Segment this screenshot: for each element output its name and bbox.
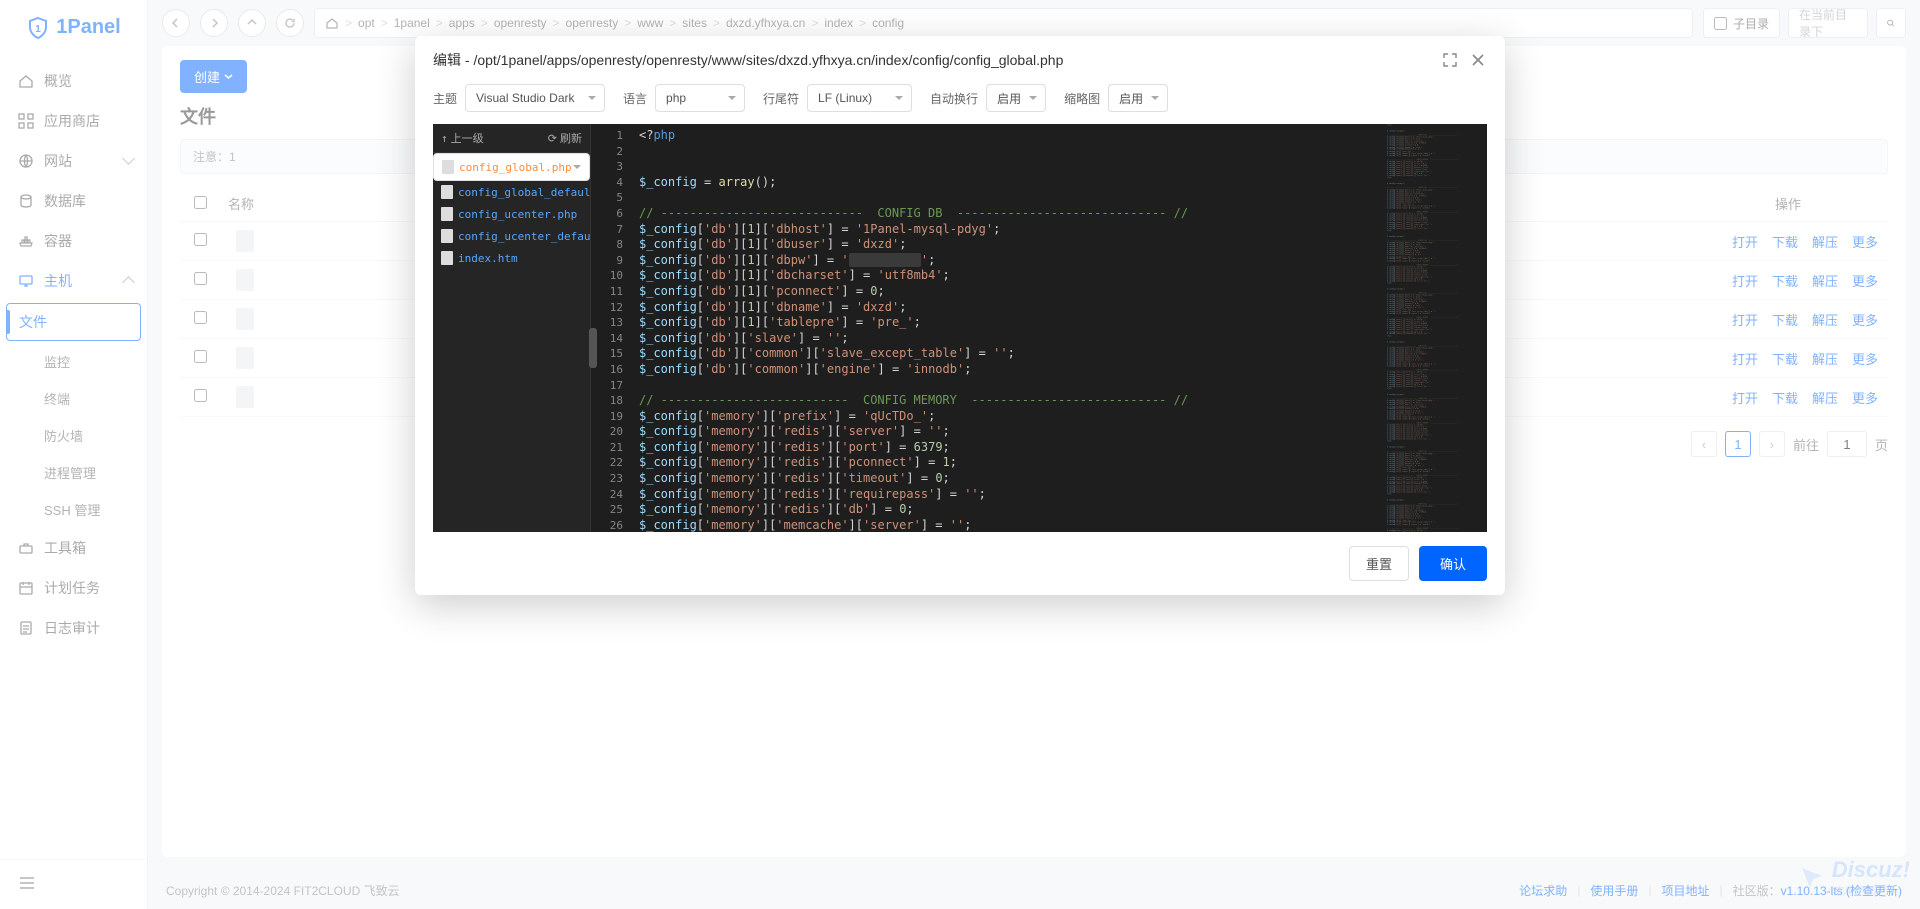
tree-file-item[interactable]: config_global.php — [433, 153, 590, 181]
tree-refresh-button[interactable]: ⟳ 刷新 — [548, 130, 582, 146]
eol-select[interactable]: LF (Linux) — [807, 84, 912, 112]
tree-up-button[interactable]: ↑ 上一级 — [441, 130, 484, 146]
minimap-select[interactable]: 启用 — [1108, 84, 1168, 112]
tree-file-item[interactable]: config_ucenter_default.php — [433, 225, 590, 247]
close-icon[interactable] — [1469, 51, 1487, 69]
confirm-button[interactable]: 确认 — [1419, 546, 1487, 581]
lang-select[interactable]: php — [655, 84, 745, 112]
line-gutter: 1234567891011121314151617181920212223242… — [591, 124, 631, 532]
modal-title: 编辑 - /opt/1panel/apps/openresty/openrest… — [433, 50, 1431, 70]
tree-file-item[interactable]: config_ucenter.php — [433, 203, 590, 225]
wrap-label: 自动换行 — [930, 90, 978, 107]
reset-button[interactable]: 重置 — [1349, 546, 1409, 581]
eol-label: 行尾符 — [763, 90, 799, 107]
tree-resize-handle[interactable] — [589, 328, 597, 368]
tree-file-item[interactable]: index.htm — [433, 247, 590, 269]
minimap[interactable]: <?php $_config = array(); // -----------… — [1387, 124, 1487, 532]
lang-label: 语言 — [623, 90, 647, 107]
wrap-select[interactable]: 启用 — [986, 84, 1046, 112]
minimap-label: 缩略图 — [1064, 90, 1100, 107]
tree-file-item[interactable]: config_global_default.php — [433, 181, 590, 203]
modal-mask: 编辑 - /opt/1panel/apps/openresty/openrest… — [0, 0, 1920, 909]
code-area[interactable]: <?php $_config = array(); // -----------… — [631, 124, 1387, 532]
editor: ↑ 上一级 ⟳ 刷新 config_global.phpconfig_globa… — [433, 124, 1487, 532]
fullscreen-icon[interactable] — [1441, 51, 1459, 69]
editor-modal: 编辑 - /opt/1panel/apps/openresty/openrest… — [415, 36, 1505, 595]
theme-label: 主题 — [433, 90, 457, 107]
file-tree: ↑ 上一级 ⟳ 刷新 config_global.phpconfig_globa… — [433, 124, 591, 532]
theme-select[interactable]: Visual Studio Dark — [465, 84, 605, 112]
